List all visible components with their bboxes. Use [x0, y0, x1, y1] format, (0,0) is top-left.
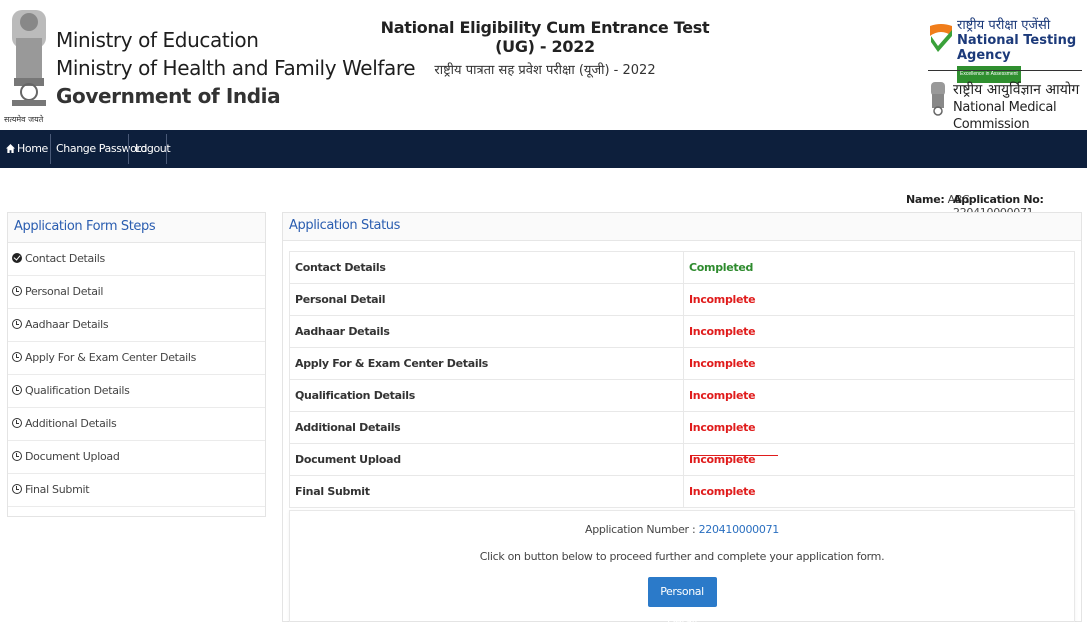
nav-separator — [166, 134, 167, 164]
summary-application-number: Application Number : 220410000071 — [290, 523, 1074, 536]
status-value: Incomplete — [683, 475, 1075, 508]
form-steps-panel: Application Form Steps Contact Details P… — [7, 212, 266, 517]
nmc-name-hindi: राष्ट्रीय आयुर्विज्ञान आयोग — [953, 82, 1080, 98]
step-label: Final Submit — [25, 483, 90, 496]
red-annotation-line — [690, 455, 778, 456]
nta-brand: राष्ट्रीय परीक्षा एजेंसी National Testin… — [957, 18, 1087, 83]
nta-name-hindi: राष्ट्रीय परीक्षा एजेंसी — [957, 18, 1051, 33]
user-name-label: Name: — [906, 193, 945, 206]
step-personal-detail[interactable]: Personal Detail — [8, 276, 265, 309]
status-label: Additional Details — [289, 411, 684, 444]
application-status-panel: Application Status Contact Details Comple… — [282, 212, 1082, 622]
exam-title-block: National Eligibility Cum Entrance Test (… — [370, 18, 720, 78]
step-document-upload[interactable]: Document Upload — [8, 441, 265, 474]
clock-icon — [12, 484, 22, 494]
home-icon — [6, 144, 15, 153]
clock-icon — [12, 352, 22, 362]
status-value: Incomplete — [683, 379, 1075, 412]
summary-app-number-label: Application Number : — [585, 523, 696, 536]
status-label: Apply For & Exam Center Details — [289, 347, 684, 380]
step-qualification-details[interactable]: Qualification Details — [8, 375, 265, 408]
nav-separator — [50, 134, 51, 164]
step-contact-details[interactable]: Contact Details — [8, 243, 265, 276]
form-steps-title: Application Form Steps — [8, 213, 265, 243]
emblem-caption: सत्यमेव जयते — [4, 115, 44, 124]
exam-title-english: National Eligibility Cum Entrance Test (… — [380, 18, 710, 56]
status-value: Incomplete — [683, 443, 1075, 476]
step-label: Aadhaar Details — [25, 318, 109, 331]
status-value: Incomplete — [683, 347, 1075, 380]
clock-icon — [12, 385, 22, 395]
government-of-india: Government of India — [56, 84, 281, 108]
table-row: Additional Details Incomplete — [289, 411, 1075, 444]
nav-home[interactable]: Home — [6, 130, 48, 168]
nmc-name-english: National Medical Commission — [953, 100, 1057, 132]
status-label: Contact Details — [289, 251, 684, 284]
status-value: Incomplete — [683, 315, 1075, 348]
step-label: Personal Detail — [25, 285, 104, 298]
table-row: Apply For & Exam Center Details Incomplet… — [289, 347, 1075, 380]
national-emblem-icon — [12, 10, 46, 106]
personal-detail-button[interactable]: Personal Detail — [647, 577, 717, 622]
status-label: Qualification Details — [289, 379, 684, 412]
exam-title-hindi: राष्ट्रीय पात्रता सह प्रवेश परीक्षा (यूज… — [434, 63, 656, 78]
table-row: Final Submit Incomplete — [289, 475, 1075, 508]
step-label: Apply For & Exam Center Details — [25, 351, 197, 364]
step-aadhaar-details[interactable]: Aadhaar Details — [8, 309, 265, 342]
table-row: Document Upload Incomplete — [289, 443, 1075, 476]
status-table: Contact Details Completed Personal Detail… — [289, 251, 1075, 508]
step-label: Qualification Details — [25, 384, 130, 397]
nav-change-password[interactable]: Change Password — [56, 130, 147, 168]
ministry-health: Ministry of Health and Family Welfare — [56, 56, 416, 80]
step-label: Contact Details — [25, 252, 105, 265]
table-row: Aadhaar Details Incomplete — [289, 315, 1075, 348]
status-label: Personal Detail — [289, 283, 684, 316]
clock-icon — [12, 418, 22, 428]
next-step-box: Application Number : 220410000071 Click … — [289, 510, 1075, 622]
page-header: सत्यमेव जयते Ministry of Education Minis… — [0, 0, 1087, 133]
nmc-brand: राष्ट्रीय आयुर्विज्ञान आयोग National Med… — [953, 82, 1087, 133]
nta-logo-icon — [930, 24, 952, 52]
nmc-emblem-icon — [931, 82, 945, 116]
instruction-text: Click on button below to proceed further… — [479, 550, 885, 563]
status-value: Incomplete — [683, 283, 1075, 316]
summary-app-number-value: 220410000071 — [698, 523, 780, 536]
table-row: Qualification Details Incomplete — [289, 379, 1075, 412]
clock-icon — [12, 319, 22, 329]
clock-icon — [12, 451, 22, 461]
check-circle-icon — [12, 253, 22, 263]
step-label: Document Upload — [25, 450, 120, 463]
step-exam-center-details[interactable]: Apply For & Exam Center Details — [8, 342, 265, 375]
status-value: Incomplete — [683, 411, 1075, 444]
nta-name-english: National Testing Agency — [957, 33, 1077, 63]
status-value: Completed — [683, 251, 1075, 284]
application-status-title: Application Status — [283, 213, 1081, 241]
nav-separator — [128, 134, 129, 164]
nav-home-label: Home — [17, 142, 48, 155]
ministry-education: Ministry of Education — [56, 28, 259, 52]
step-label: Additional Details — [25, 417, 117, 430]
status-label: Aadhaar Details — [289, 315, 684, 348]
clock-icon — [12, 286, 22, 296]
table-row: Personal Detail Incomplete — [289, 283, 1075, 316]
application-number-label: Application No: — [953, 193, 1044, 206]
ministry-block: Ministry of Education Ministry of Health… — [56, 26, 416, 110]
nta-tagline: Excellence in Assessment — [957, 66, 1021, 83]
step-final-submit[interactable]: Final Submit — [8, 474, 265, 507]
step-additional-details[interactable]: Additional Details — [8, 408, 265, 441]
header-divider — [928, 70, 1082, 71]
nav-logout[interactable]: Logout — [135, 130, 171, 168]
table-row: Contact Details Completed — [289, 251, 1075, 284]
top-navbar: Home Change Password Logout — [0, 130, 1087, 168]
status-label: Document Upload — [289, 443, 684, 476]
status-label: Final Submit — [289, 475, 684, 508]
